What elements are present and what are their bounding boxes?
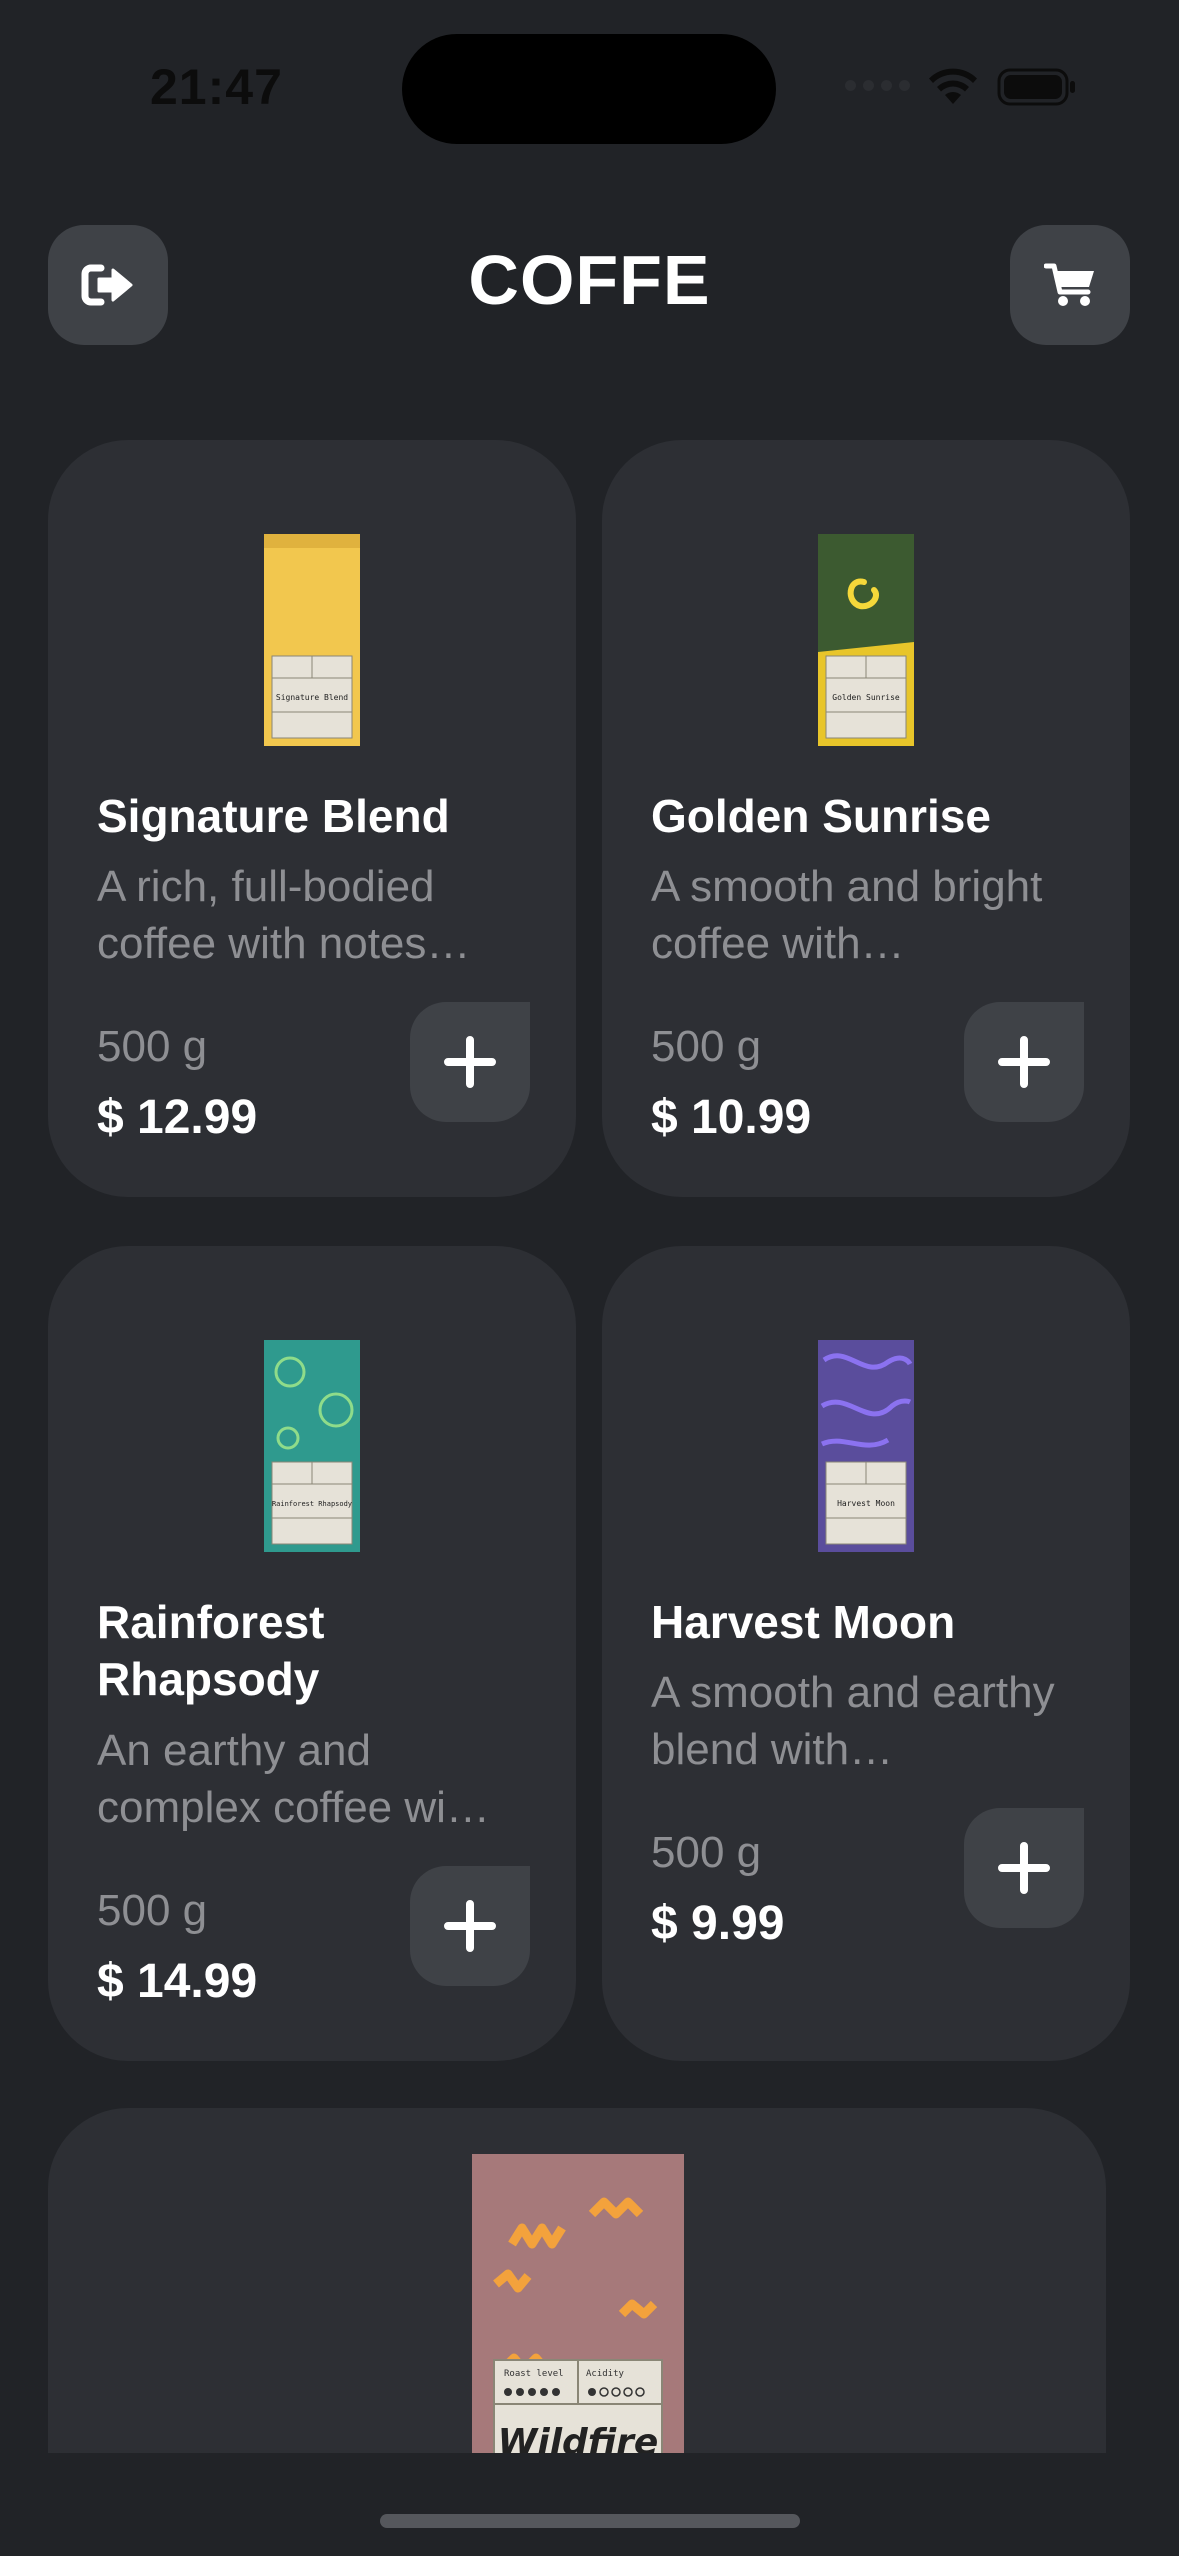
product-price: $ 14.99 xyxy=(97,1955,258,2008)
bag-label: Harvest Moon xyxy=(837,1499,895,1508)
bag-label: Rainforest Rhapsody xyxy=(272,1500,352,1508)
coffee-shop-screen: 21:47 COFFE Signature Blend Signature Bl… xyxy=(0,0,1179,2556)
product-card[interactable]: Rainforest Rhapsody Rainforest Rhapsody … xyxy=(48,1246,576,2061)
add-to-cart-button[interactable] xyxy=(410,1866,530,1986)
coffee-bag-image: Golden Sunrise xyxy=(818,534,914,746)
page-title: COFFE xyxy=(468,241,711,319)
product-price: $ 10.99 xyxy=(651,1091,812,1144)
product-description: An earthy and complex coffee wi… xyxy=(97,1726,490,1832)
product-description: A smooth and earthy blend with… xyxy=(651,1668,1055,1774)
plus-icon xyxy=(444,1036,496,1088)
roast-level-label: Roast level xyxy=(504,2369,564,2379)
coffee-bag-image: Signature Blend xyxy=(264,534,360,746)
bottom-safe-area xyxy=(0,2453,1179,2556)
coffee-bag-image: Rainforest Rhapsody xyxy=(264,1340,360,1552)
product-weight: 500 g xyxy=(651,1828,762,1877)
bag-label: Signature Blend xyxy=(276,693,348,702)
dynamic-island xyxy=(402,34,776,144)
product-card[interactable]: Harvest Moon Harvest Moon A smooth and e… xyxy=(602,1246,1130,2061)
coffee-bag-image: Harvest Moon xyxy=(818,1340,914,1552)
bag-label: Golden Sunrise xyxy=(832,693,900,702)
home-indicator[interactable] xyxy=(380,2514,800,2528)
acidity-label: Acidity xyxy=(586,2369,625,2379)
battery-icon xyxy=(997,68,1075,106)
product-name: Golden Sunrise xyxy=(651,790,991,842)
status-time: 21:47 xyxy=(150,59,283,115)
product-weight: 500 g xyxy=(651,1022,762,1071)
product-weight: 500 g xyxy=(97,1886,208,1935)
add-to-cart-button[interactable] xyxy=(410,1002,530,1122)
wifi-icon xyxy=(929,68,977,104)
cart-button[interactable] xyxy=(1010,225,1130,345)
plus-icon xyxy=(998,1842,1050,1894)
cellular-signal-icon xyxy=(845,80,910,91)
add-to-cart-button[interactable] xyxy=(964,1808,1084,1928)
product-name: Signature Blend xyxy=(97,790,450,842)
plus-icon xyxy=(444,1900,496,1952)
product-name: Rainforest Rhapsody xyxy=(97,1596,325,1705)
product-price: $ 12.99 xyxy=(97,1091,258,1144)
product-card[interactable]: Signature Blend Signature Blend A rich, … xyxy=(48,440,576,1197)
status-icons xyxy=(845,62,1085,112)
product-name: Harvest Moon xyxy=(651,1596,956,1648)
coffee-bag-image: Roast level Acidity Wildfire xyxy=(472,2154,684,2484)
plus-icon xyxy=(998,1036,1050,1088)
shopping-cart-icon xyxy=(1044,263,1094,306)
product-weight: 500 g xyxy=(97,1022,208,1071)
product-description: A rich, full-bodied coffee with notes… xyxy=(97,862,471,968)
product-card[interactable]: Golden Sunrise Golden Sunrise A smooth a… xyxy=(602,440,1130,1197)
product-description: A smooth and bright coffee with… xyxy=(651,862,1043,968)
add-to-cart-button[interactable] xyxy=(964,1002,1084,1122)
product-price: $ 9.99 xyxy=(651,1897,785,1950)
